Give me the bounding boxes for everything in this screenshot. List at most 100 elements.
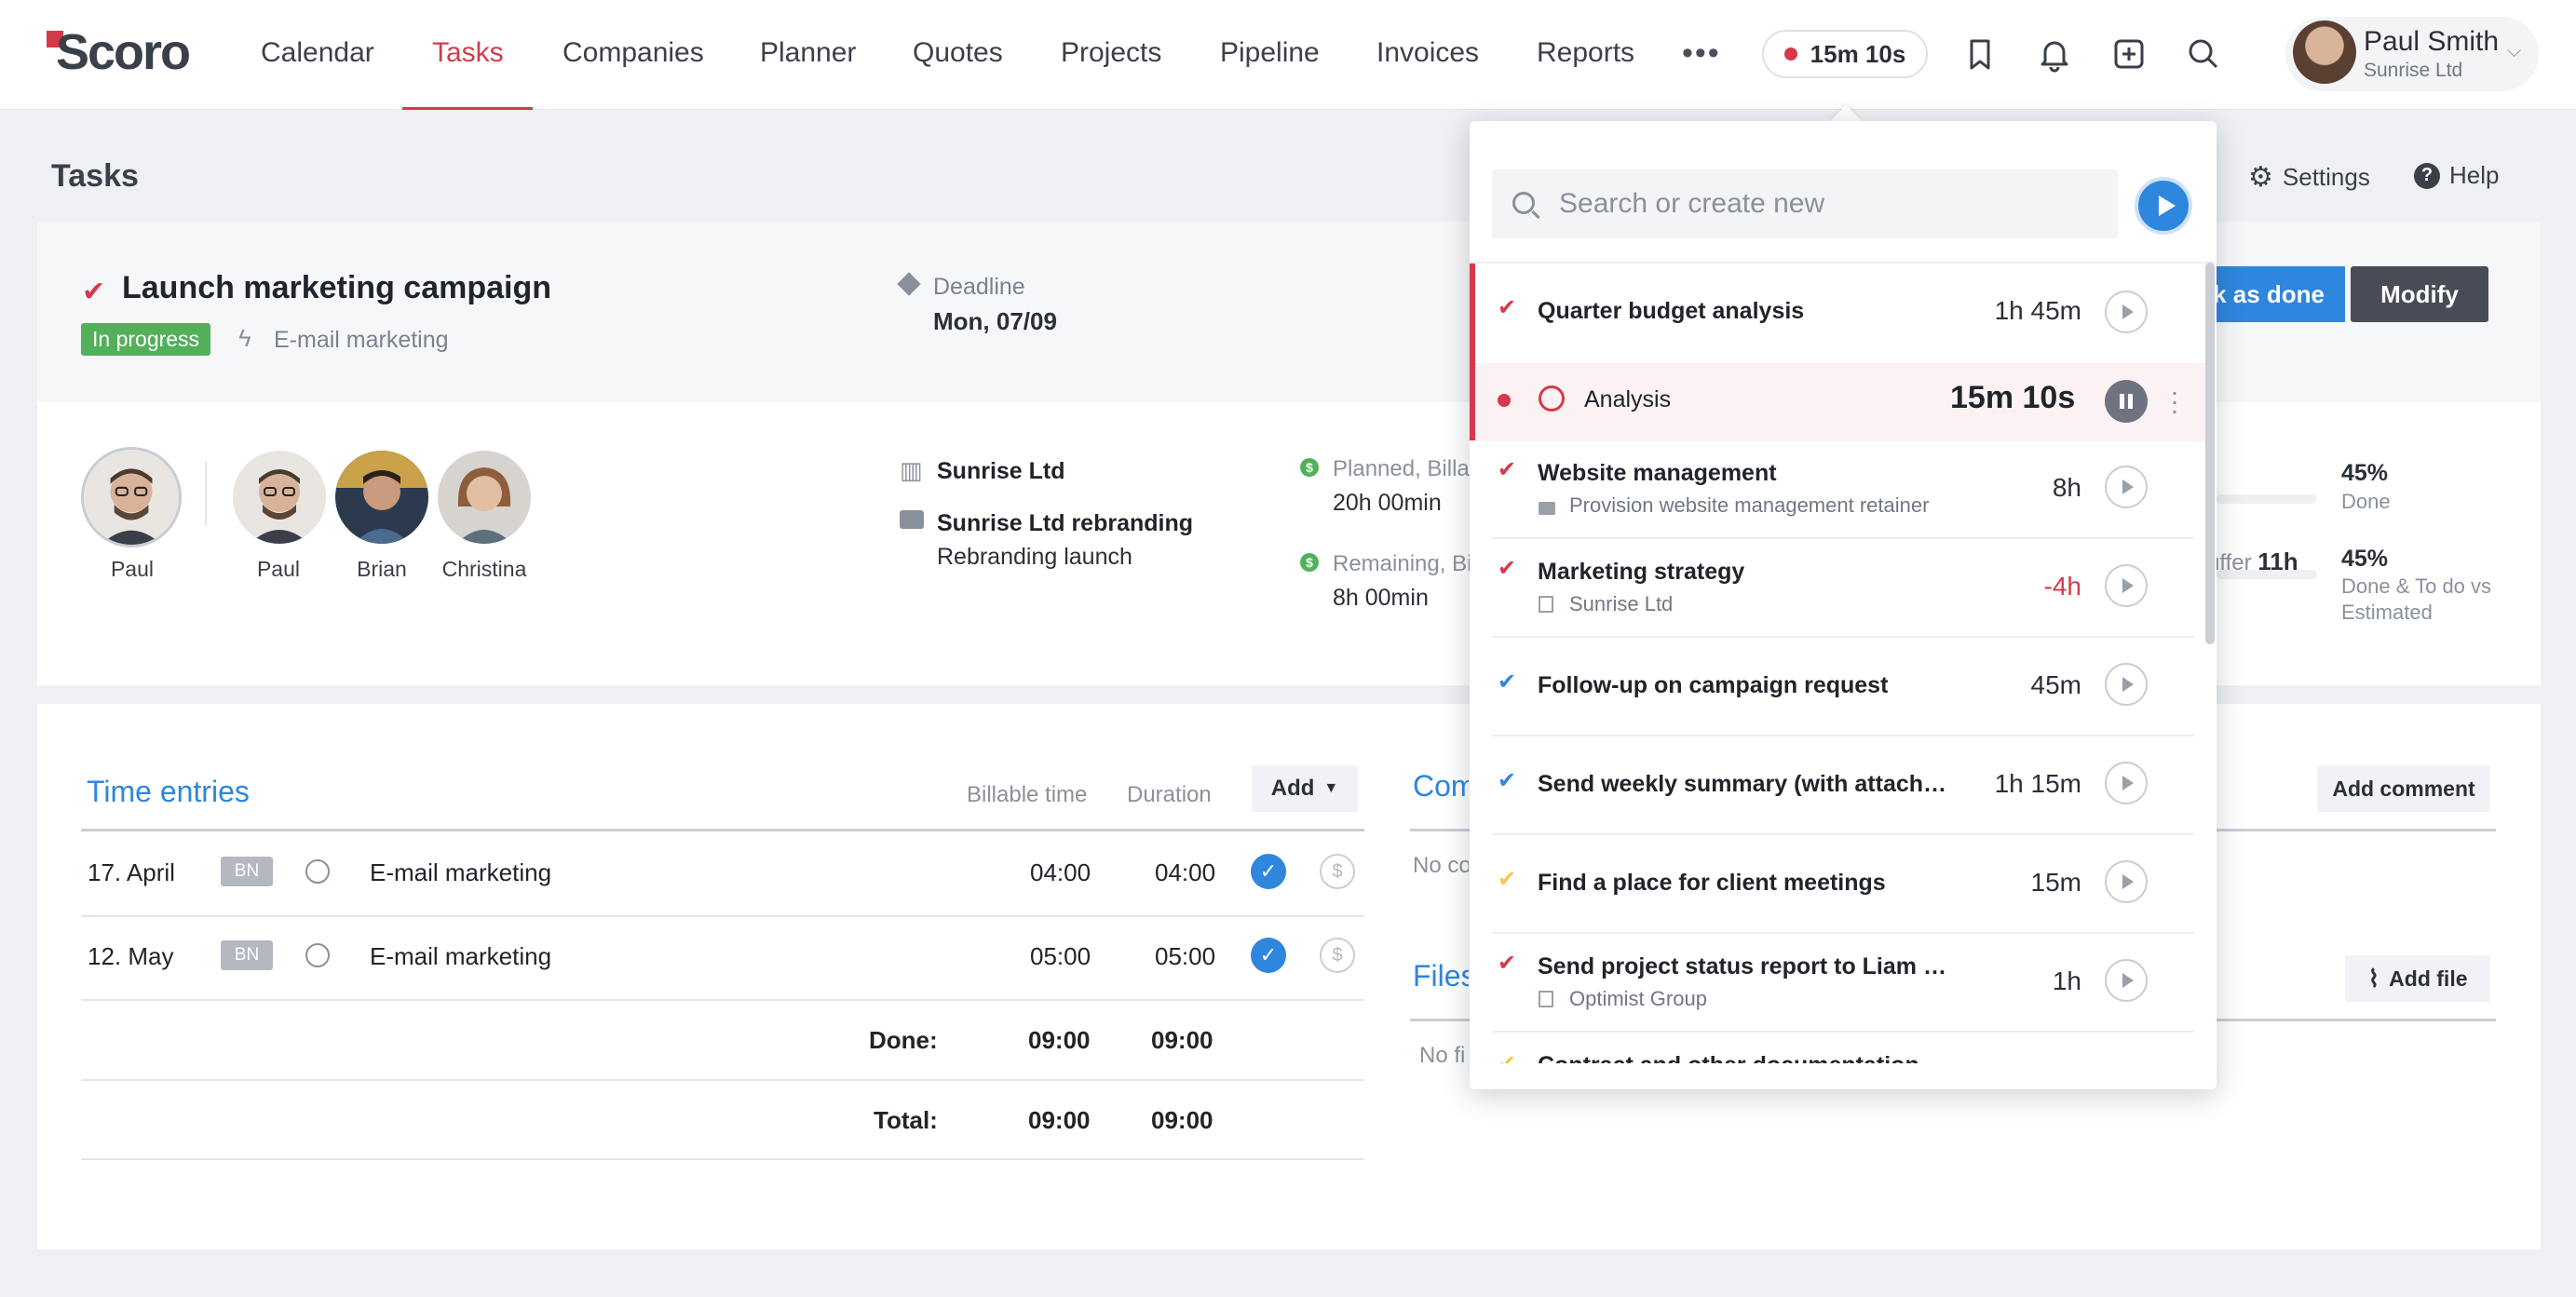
project-link[interactable]: Sunrise Ltd rebranding [937,510,1193,537]
nav-pipeline[interactable]: Pipeline [1220,37,1320,69]
row-divider [81,915,1364,917]
nav-planner[interactable]: Planner [760,37,856,69]
add-icon[interactable] [2108,34,2149,74]
completed-check-icon[interactable]: ✓ [1251,854,1286,889]
done-sum-billable: 09:00 [1028,1026,1091,1054]
active-task-name: Analysis [1584,386,1672,412]
entry-name[interactable]: E-mail marketing [370,942,551,971]
gear-icon: ⚙ [2248,162,2273,193]
row-divider [1492,636,2194,638]
timer-task-name[interactable]: Follow-up on campaign request [1538,672,1888,699]
task-check-icon: ✔ [1498,867,1517,892]
avatar[interactable] [81,447,182,547]
nav-projects[interactable]: Projects [1061,37,1161,69]
person-avatar-icon [438,451,531,544]
bell-icon[interactable] [2034,34,2075,74]
active-timer-row[interactable] [1470,363,2205,441]
play-icon[interactable] [2105,959,2148,1002]
avatar[interactable] [335,451,428,544]
done-sum-label: Done: [869,1026,938,1054]
person-name: Christina [441,557,527,581]
timer-task-name[interactable]: Find a place for client meetings [1538,870,1886,897]
billing-dollar-icon[interactable]: $ [1320,938,1355,973]
avatar[interactable] [438,451,531,544]
search-icon[interactable] [2183,34,2224,74]
building-icon [1539,596,1553,613]
add-file-button[interactable]: ⌇ Add file [2345,955,2490,1002]
entry-name[interactable]: E-mail marketing [370,858,551,887]
completed-check-icon[interactable]: ✓ [1251,938,1286,973]
briefcase-icon [900,510,924,529]
remaining-value: 8h 00min [1333,585,1429,611]
timer-task-name[interactable]: Quarter budget analysis [1538,298,1804,325]
nav-tasks[interactable]: Tasks [432,37,504,69]
person-avatar-icon [335,451,428,544]
play-icon[interactable] [2105,663,2148,706]
running-timer-pill[interactable]: 15m 10s [1762,30,1928,78]
nav-calendar[interactable]: Calendar [261,37,374,69]
play-icon[interactable] [2105,564,2148,607]
timer-task-name[interactable]: Contract and other documentation [1538,1052,1919,1063]
no-comments-text: No comments [1413,853,1469,878]
row-divider [1492,537,2194,539]
time-entries-title[interactable]: Time entries [87,775,250,809]
task-check-icon: ✔ [1498,768,1517,793]
files-title[interactable]: Files [1413,959,1469,993]
status-badge[interactable]: In progress [81,323,211,356]
people-divider [205,462,207,525]
add-label: Add [1270,776,1315,801]
active-task-time: 15m 10s [1950,380,2076,415]
play-icon[interactable] [2105,860,2148,903]
add-time-entry-button[interactable]: Add ▼ [1252,765,1358,812]
add-comment-button[interactable]: Add comment [2317,765,2490,812]
start-timer-button[interactable] [2135,177,2192,235]
total-sum-label: Total: [874,1106,938,1134]
pause-icon[interactable] [2105,380,2148,423]
timer-task-name[interactable]: Marketing strategy [1538,559,1744,586]
lightning-icon: ϟ [238,324,251,352]
caret-down-icon: ▼ [1323,780,1339,796]
comments-title[interactable]: Comments [1413,769,1469,804]
avatar[interactable] [233,451,326,544]
timer-search-input[interactable] [1559,182,2099,225]
timer-task-time: 15m [2030,868,2081,897]
planned-value: 20h 00min [1333,490,1442,516]
settings-link[interactable]: ⚙ Settings [2248,161,2370,194]
play-icon[interactable] [2105,290,2148,333]
timer-task-sub: Sunrise Ltd [1569,592,1674,615]
person-avatar-icon [84,450,179,545]
play-icon[interactable] [2105,466,2148,508]
more-vertical-icon[interactable]: · · · [2170,379,2179,424]
nav-reports[interactable]: Reports [1537,37,1634,69]
timer-task-name[interactable]: Send project status report to Liam Brown [1538,953,1949,980]
settings-label: Settings [2282,163,2370,191]
billable-time-header: Billable time [967,782,1088,807]
billing-dollar-icon[interactable]: $ [1320,854,1355,889]
timer-task-time: 1h [2052,966,2081,995]
timer-task-name[interactable]: Website management [1538,460,1777,487]
more-menu-icon[interactable]: ••• [1682,35,1721,72]
timer-task-name[interactable]: Send weekly summary (with attachments) [1538,771,1949,798]
timer-task-time: 1h 45m [1994,296,2081,325]
modify-button[interactable]: Modify [2351,266,2488,322]
nav-quotes[interactable]: Quotes [913,37,1003,69]
row-divider [1492,932,2194,934]
person-name: Paul [110,557,155,581]
stopwatch-icon [305,859,330,884]
scoro-logo[interactable]: Scoro [47,24,191,80]
company-link[interactable]: Sunrise Ltd [937,458,1065,485]
paperclip-icon: ⌇ [2367,964,2380,993]
timer-task-sub: Optimist Group [1569,987,1707,1010]
timer-task-time: 45m [2030,670,2081,699]
panel-scrollbar[interactable] [2205,263,2215,644]
nav-companies[interactable]: Companies [563,37,704,69]
row-divider [1492,1031,2194,1033]
help-link[interactable]: ? Help [2414,161,2499,190]
billable-badge: BN [221,857,273,886]
duration-header: Duration [1127,782,1212,807]
nav-invoices[interactable]: Invoices [1376,37,1479,69]
deadline-label: Deadline [933,274,1025,300]
play-icon[interactable] [2105,762,2148,804]
planned-label: Planned, Billable [1333,456,1472,481]
bookmark-icon[interactable] [1959,34,2000,74]
